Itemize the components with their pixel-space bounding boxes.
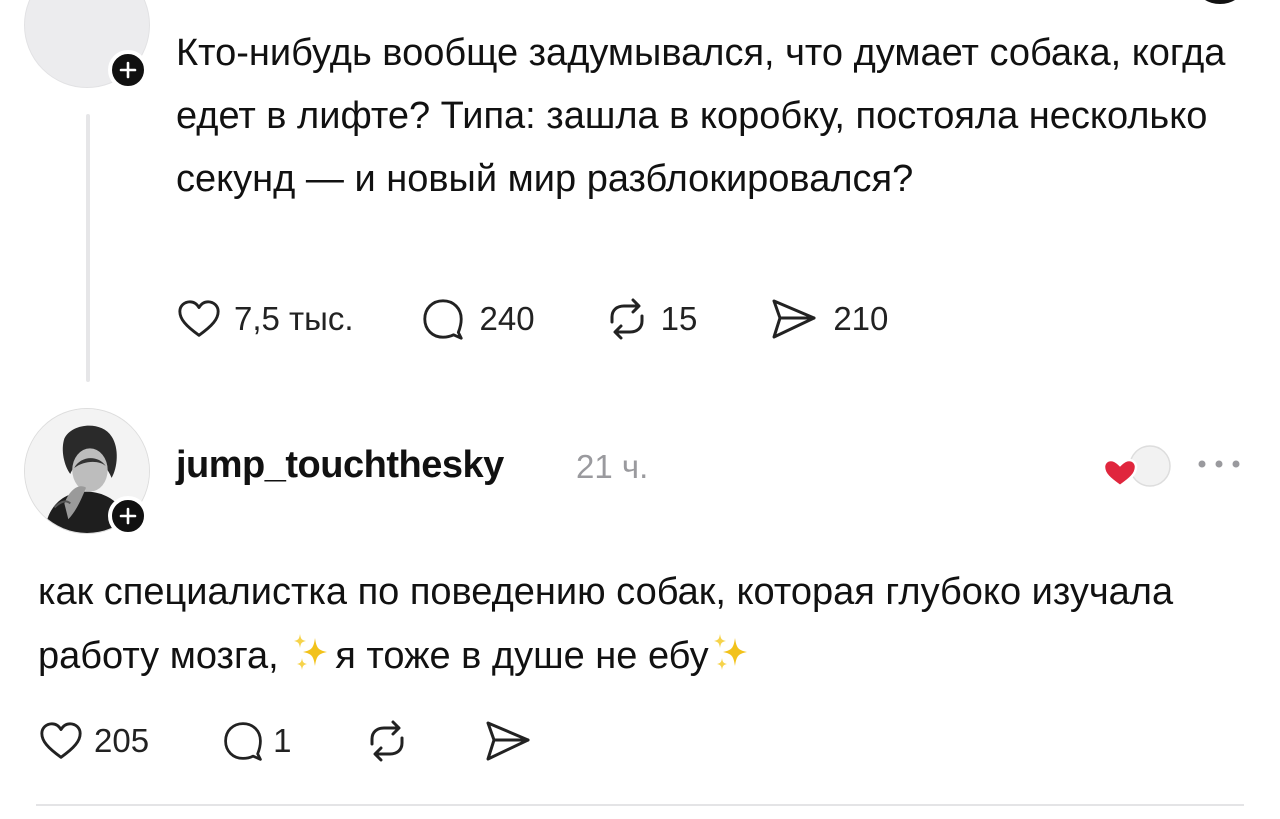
- heart-icon: [178, 300, 220, 337]
- more-icon: [1198, 460, 1240, 468]
- username[interactable]: jump_touchthesky: [176, 444, 504, 487]
- repost-icon: [610, 298, 644, 340]
- comment-icon: [422, 299, 463, 340]
- comment-button[interactable]: 240: [420, 296, 535, 342]
- follow-button[interactable]: [108, 50, 148, 90]
- repost-icon: [370, 720, 404, 762]
- like-count: 205: [94, 722, 150, 759]
- author-liked-indicator: [1098, 442, 1176, 494]
- heart-icon: [40, 722, 82, 759]
- comment-icon: [224, 722, 262, 761]
- divider: [36, 804, 1244, 806]
- thread-line: [86, 114, 90, 382]
- comment-count: 1: [273, 722, 292, 759]
- share-icon: [486, 721, 530, 761]
- repost-button[interactable]: 15: [603, 295, 698, 343]
- post2-text-part2: я тоже в душе не ебу: [335, 635, 709, 677]
- like-count: 7,5 тыс.: [234, 300, 354, 337]
- comment-button[interactable]: 1: [221, 719, 291, 763]
- like-button[interactable]: 7,5 тыс.: [176, 296, 354, 342]
- heart-icon: [1102, 458, 1138, 488]
- comment-count: 240: [479, 300, 535, 337]
- plus-icon: [119, 61, 137, 79]
- follow-button[interactable]: [108, 496, 148, 536]
- more-button[interactable]: [1196, 454, 1242, 474]
- like-button[interactable]: 205: [38, 718, 149, 764]
- plus-icon: [119, 507, 137, 525]
- repost-button[interactable]: [363, 717, 411, 765]
- sparkles-icon: [713, 634, 747, 670]
- post1-text: Кто-нибудь вообще задумывался, что думае…: [176, 32, 1226, 200]
- share-count: 210: [833, 300, 889, 337]
- share-button[interactable]: 210: [769, 296, 888, 342]
- sparkles-icon: [294, 634, 328, 670]
- share-icon: [772, 299, 816, 339]
- cropped-icon: [1198, 0, 1242, 4]
- post2-actions: 205 1: [38, 716, 533, 766]
- share-button[interactable]: [483, 718, 533, 764]
- post1-actions: 7,5 тыс. 240 15 210: [176, 294, 888, 344]
- timestamp: 21 ч.: [576, 448, 649, 485]
- post2-text: как специалистка по поведению собак, кот…: [38, 560, 1258, 688]
- repost-count: 15: [660, 300, 698, 337]
